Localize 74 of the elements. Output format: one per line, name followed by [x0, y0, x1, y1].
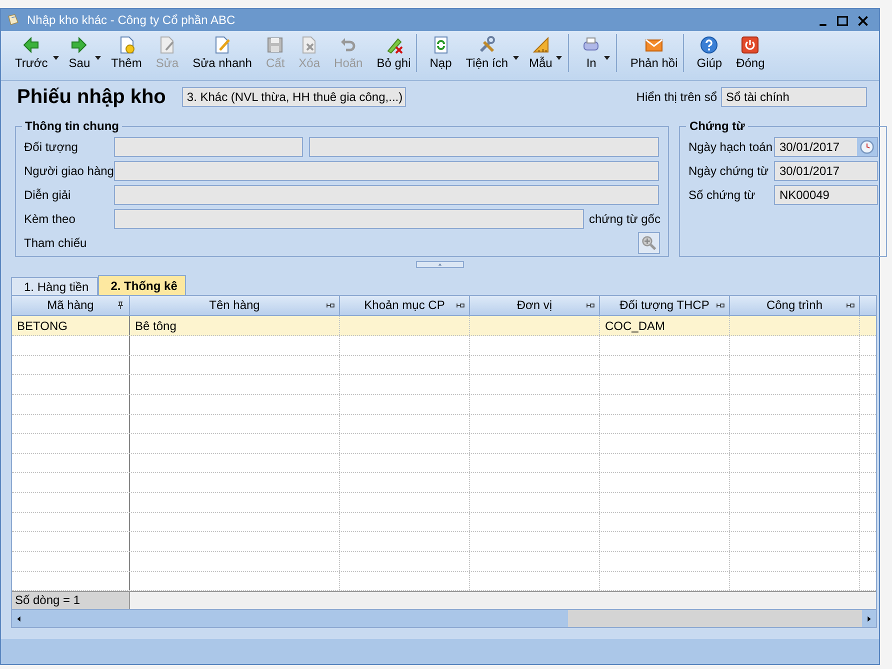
refresh-icon — [432, 36, 450, 54]
field-label: Ngày hạch toán — [688, 140, 774, 154]
close-icon — [858, 16, 868, 26]
field-label: Người giao hàng — [24, 164, 114, 178]
ruler-icon — [532, 36, 550, 54]
date-picker-button[interactable] — [857, 138, 878, 156]
tools-icon — [478, 36, 496, 54]
tab[interactable]: 2. Thống kê — [98, 275, 186, 295]
input-field[interactable] — [114, 209, 584, 229]
row-count: Số dòng = 1 — [12, 592, 130, 609]
ledger-field[interactable]: Sổ tài chính — [721, 87, 867, 107]
toolbar-button[interactable]: Đóng — [731, 34, 770, 72]
clock-icon — [859, 139, 876, 155]
field-label: Ngày chứng từ — [688, 164, 770, 178]
minimize-icon — [819, 24, 827, 26]
voucher-type-field[interactable]: 3. Khác (NVL thừa, HH thuê gia công,...) — [182, 87, 406, 107]
undo-icon — [339, 36, 358, 54]
right-arrow-icon — [865, 614, 873, 622]
tab[interactable]: 1. Hàng tiền — [11, 277, 98, 295]
maximize-icon — [837, 16, 848, 26]
table-cell: COC_DAM — [600, 316, 730, 335]
input-field[interactable] — [114, 161, 659, 181]
input-field[interactable]: 30/01/2017 — [774, 161, 878, 181]
column-header[interactable]: Tên hàng — [130, 296, 340, 315]
toolbar-button[interactable]: Sửa nhanh — [188, 34, 257, 72]
up-arrow-icon — [437, 262, 443, 267]
input-field[interactable] — [114, 185, 659, 205]
delete-document-icon — [300, 36, 318, 54]
collapse-handle[interactable] — [416, 261, 464, 268]
field-label: Kèm theo — [24, 212, 76, 226]
column-header[interactable]: Đối tượng THCP — [600, 296, 730, 315]
table-cell: BETONG — [12, 316, 130, 335]
input-field[interactable] — [114, 137, 303, 157]
column-header[interactable]: Khoản mục CP — [340, 296, 470, 315]
toolbar-button[interactable]: Thêm — [106, 34, 147, 72]
table-cell: Bê tông — [130, 316, 340, 335]
edit-document-icon — [158, 36, 176, 54]
toolbar-button[interactable]: In — [577, 34, 618, 72]
toolbar-button[interactable]: Bỏ ghi — [372, 34, 417, 72]
pencil-cross-icon — [384, 36, 403, 54]
reference-search-button[interactable] — [638, 232, 660, 254]
new-document-icon — [118, 36, 136, 54]
left-arrow-icon — [22, 36, 40, 54]
field-label: Đối tượng — [24, 140, 79, 154]
window-app-icon — [7, 13, 21, 27]
field-label: Diễn giải — [24, 188, 72, 202]
field-label: Số chứng từ — [688, 188, 756, 202]
input-field[interactable]: NK00049 — [774, 185, 878, 205]
group-title: Chứng từ — [688, 119, 746, 133]
input-field[interactable] — [309, 137, 659, 157]
group-title: Thông tin chung — [24, 119, 120, 133]
toolbar-button[interactable]: Nạp — [424, 34, 457, 72]
horizontal-scrollbar[interactable] — [11, 610, 877, 628]
toolbar-button[interactable]: Trước — [10, 34, 60, 72]
help-icon — [700, 36, 718, 54]
column-header[interactable]: Đơn vị — [470, 296, 600, 315]
date-field[interactable]: 30/01/2017 — [774, 137, 878, 157]
form-title: Phiếu nhập kho — [17, 86, 166, 108]
field-label: Hiển thị trên sổ — [636, 90, 717, 104]
toolbar-button[interactable]: Tiện ích — [460, 34, 520, 72]
left-arrow-icon — [15, 614, 23, 622]
power-icon — [741, 36, 760, 54]
toolbar-button[interactable]: Phản hồi — [625, 34, 684, 72]
toolbar-button[interactable]: Sau — [64, 34, 102, 72]
right-arrow-icon — [70, 36, 88, 54]
window-title: Nhập kho khác - Công ty Cổ phần ABC — [27, 13, 236, 27]
toolbar-button[interactable]: Giúp — [692, 34, 728, 72]
field-label: Tham chiếu — [24, 236, 88, 250]
magnifier-plus-icon — [641, 235, 658, 251]
column-header[interactable]: Công trình — [730, 296, 860, 315]
field-suffix: chứng từ gốc — [589, 212, 660, 226]
toolbar-button[interactable]: Mẫu — [524, 34, 570, 72]
pencil-document-icon — [213, 36, 232, 54]
column-header[interactable]: Mã hàng — [12, 296, 130, 315]
